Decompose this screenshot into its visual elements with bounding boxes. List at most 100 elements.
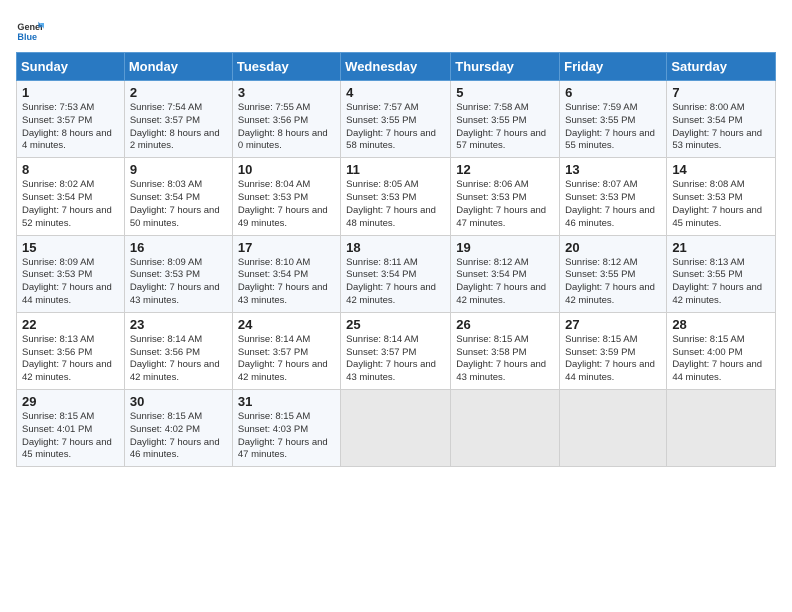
cell-details: Sunrise: 8:09 AMSunset: 3:53 PMDaylight:… [22,257,119,308]
header-thursday: Thursday [451,53,560,81]
calendar-cell: 26 Sunrise: 8:15 AMSunset: 3:58 PMDayligh… [451,312,560,389]
week-row-1: 1 Sunrise: 7:53 AMSunset: 3:57 PMDaylight… [17,81,776,158]
cell-details: Sunrise: 8:06 AMSunset: 3:53 PMDaylight:… [456,179,554,230]
week-row-4: 22 Sunrise: 8:13 AMSunset: 3:56 PMDayligh… [17,312,776,389]
day-number: 27 [565,317,661,332]
day-number: 15 [22,240,119,255]
cell-details: Sunrise: 8:10 AMSunset: 3:54 PMDaylight:… [238,257,335,308]
day-number: 7 [672,85,770,100]
cell-details: Sunrise: 8:15 AMSunset: 4:02 PMDaylight:… [130,411,227,462]
header-saturday: Saturday [667,53,776,81]
calendar-cell [341,390,451,467]
cell-details: Sunrise: 8:15 AMSunset: 4:03 PMDaylight:… [238,411,335,462]
header-sunday: Sunday [17,53,125,81]
calendar-cell: 6Sunrise: 7:59 AMSunset: 3:55 PMDaylight… [560,81,667,158]
cell-details: Sunrise: 8:12 AMSunset: 3:55 PMDaylight:… [565,257,661,308]
header-monday: Monday [124,53,232,81]
day-number: 20 [565,240,661,255]
cell-details: Sunrise: 7:59 AMSunset: 3:55 PMDaylight:… [565,102,661,153]
day-number: 8 [22,162,119,177]
day-number: 25 [346,317,445,332]
day-number: 11 [346,162,445,177]
calendar-cell: 10 Sunrise: 8:04 AMSunset: 3:53 PMDayligh… [232,158,340,235]
cell-details: Sunrise: 8:14 AMSunset: 3:57 PMDaylight:… [238,334,335,385]
header-friday: Friday [560,53,667,81]
cell-details: Sunrise: 8:15 AMSunset: 4:00 PMDaylight:… [672,334,770,385]
day-number: 2 [130,85,227,100]
cell-details: Sunrise: 7:57 AMSunset: 3:55 PMDaylight:… [346,102,445,153]
week-row-2: 8Sunrise: 8:02 AMSunset: 3:54 PMDaylight… [17,158,776,235]
calendar-cell [560,390,667,467]
cell-details: Sunrise: 8:14 AMSunset: 3:56 PMDaylight:… [130,334,227,385]
cell-details: Sunrise: 7:54 AMSunset: 3:57 PMDaylight:… [130,102,227,153]
day-number: 10 [238,162,335,177]
calendar-cell: 30Sunrise: 8:15 AMSunset: 4:02 PMDayligh… [124,390,232,467]
logo-icon: General Blue [16,16,44,44]
cell-details: Sunrise: 8:13 AMSunset: 3:56 PMDaylight:… [22,334,119,385]
cell-details: Sunrise: 8:03 AMSunset: 3:54 PMDaylight:… [130,179,227,230]
calendar-cell: 28 Sunrise: 8:15 AMSunset: 4:00 PMDayligh… [667,312,776,389]
day-number: 14 [672,162,770,177]
calendar-cell: 4 Sunrise: 7:57 AMSunset: 3:55 PMDaylight… [341,81,451,158]
calendar-cell: 23Sunrise: 8:14 AMSunset: 3:56 PMDayligh… [124,312,232,389]
cell-details: Sunrise: 8:15 AMSunset: 3:59 PMDaylight:… [565,334,661,385]
calendar-cell: 12 Sunrise: 8:06 AMSunset: 3:53 PMDayligh… [451,158,560,235]
cell-details: Sunrise: 7:53 AMSunset: 3:57 PMDaylight:… [22,102,119,153]
day-number: 22 [22,317,119,332]
cell-details: Sunrise: 8:15 AMSunset: 4:01 PMDaylight:… [22,411,119,462]
calendar-cell: 15 Sunrise: 8:09 AMSunset: 3:53 PMDayligh… [17,235,125,312]
day-number: 28 [672,317,770,332]
week-row-5: 29 Sunrise: 8:15 AMSunset: 4:01 PMDayligh… [17,390,776,467]
header-row: SundayMondayTuesdayWednesdayThursdayFrid… [17,53,776,81]
calendar-cell: 5 Sunrise: 7:58 AMSunset: 3:55 PMDaylight… [451,81,560,158]
cell-details: Sunrise: 8:07 AMSunset: 3:53 PMDaylight:… [565,179,661,230]
cell-details: Sunrise: 8:12 AMSunset: 3:54 PMDaylight:… [456,257,554,308]
cell-details: Sunrise: 8:13 AMSunset: 3:55 PMDaylight:… [672,257,770,308]
day-number: 4 [346,85,445,100]
day-number: 13 [565,162,661,177]
calendar-cell: 14 Sunrise: 8:08 AMSunset: 3:53 PMDayligh… [667,158,776,235]
calendar-table: SundayMondayTuesdayWednesdayThursdayFrid… [16,52,776,467]
day-number: 12 [456,162,554,177]
day-number: 17 [238,240,335,255]
day-number: 1 [22,85,119,100]
cell-details: Sunrise: 8:00 AMSunset: 3:54 PMDaylight:… [672,102,770,153]
day-number: 31 [238,394,335,409]
calendar-cell: 9Sunrise: 8:03 AMSunset: 3:54 PMDaylight… [124,158,232,235]
calendar-cell [667,390,776,467]
calendar-cell: 29 Sunrise: 8:15 AMSunset: 4:01 PMDayligh… [17,390,125,467]
svg-text:Blue: Blue [17,32,37,42]
cell-details: Sunrise: 8:15 AMSunset: 3:58 PMDaylight:… [456,334,554,385]
day-number: 18 [346,240,445,255]
calendar-cell: 20 Sunrise: 8:12 AMSunset: 3:55 PMDayligh… [560,235,667,312]
day-number: 19 [456,240,554,255]
day-number: 26 [456,317,554,332]
calendar-cell: 1 Sunrise: 7:53 AMSunset: 3:57 PMDaylight… [17,81,125,158]
calendar-cell: 11Sunrise: 8:05 AMSunset: 3:53 PMDayligh… [341,158,451,235]
cell-details: Sunrise: 7:58 AMSunset: 3:55 PMDaylight:… [456,102,554,153]
calendar-cell: 7 Sunrise: 8:00 AMSunset: 3:54 PMDaylight… [667,81,776,158]
calendar-cell: 27 Sunrise: 8:15 AMSunset: 3:59 PMDayligh… [560,312,667,389]
logo: General Blue [16,16,44,44]
calendar-cell: 18 Sunrise: 8:11 AMSunset: 3:54 PMDayligh… [341,235,451,312]
cell-details: Sunrise: 7:55 AMSunset: 3:56 PMDaylight:… [238,102,335,153]
calendar-cell: 21 Sunrise: 8:13 AMSunset: 3:55 PMDayligh… [667,235,776,312]
cell-details: Sunrise: 8:08 AMSunset: 3:53 PMDaylight:… [672,179,770,230]
day-number: 5 [456,85,554,100]
calendar-cell: 31 Sunrise: 8:15 AMSunset: 4:03 PMDayligh… [232,390,340,467]
header-tuesday: Tuesday [232,53,340,81]
cell-details: Sunrise: 8:11 AMSunset: 3:54 PMDaylight:… [346,257,445,308]
cell-details: Sunrise: 8:04 AMSunset: 3:53 PMDaylight:… [238,179,335,230]
calendar-cell: 8Sunrise: 8:02 AMSunset: 3:54 PMDaylight… [17,158,125,235]
calendar-cell: 16Sunrise: 8:09 AMSunset: 3:53 PMDayligh… [124,235,232,312]
day-number: 3 [238,85,335,100]
day-number: 16 [130,240,227,255]
calendar-cell [451,390,560,467]
calendar-cell: 17 Sunrise: 8:10 AMSunset: 3:54 PMDayligh… [232,235,340,312]
page-header: General Blue [16,16,776,44]
calendar-cell: 3 Sunrise: 7:55 AMSunset: 3:56 PMDaylight… [232,81,340,158]
week-row-3: 15 Sunrise: 8:09 AMSunset: 3:53 PMDayligh… [17,235,776,312]
calendar-cell: 2 Sunrise: 7:54 AMSunset: 3:57 PMDaylight… [124,81,232,158]
day-number: 21 [672,240,770,255]
day-number: 29 [22,394,119,409]
